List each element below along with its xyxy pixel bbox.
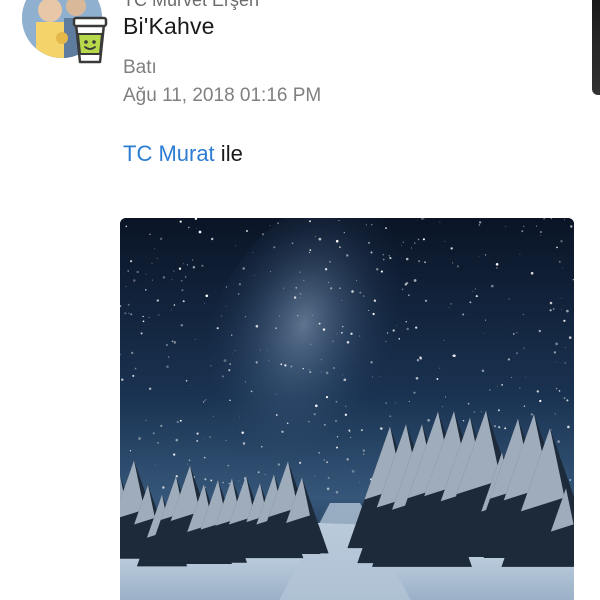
with-suffix: ile (214, 141, 243, 166)
venue-name[interactable]: Bi'Kahve (123, 13, 215, 40)
checkin-timestamp: Ağu 11, 2018 01:16 PM (123, 85, 322, 106)
coffee-cup-icon (72, 16, 108, 64)
with-friends-line: TC Murat ile (123, 141, 243, 167)
friend-link[interactable]: TC Murat (123, 141, 215, 166)
adjacent-photo-edge (592, 0, 600, 95)
checkin-photo[interactable] (120, 218, 574, 600)
night-sky-forest-photo (120, 218, 574, 600)
venue-location: Batı (123, 57, 157, 78)
checkin-detail-page: TC Mürvet Erşen Bi'Kahve Batı Ağu 11, 20… (0, 0, 600, 600)
user-name-partial: TC Mürvet Erşen (123, 0, 260, 10)
